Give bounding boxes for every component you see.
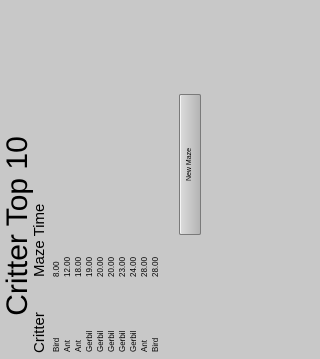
table-row: Gerbil 24.00	[128, 159, 139, 359]
table-row: Bird 28.00	[150, 159, 161, 359]
column-header-maze-time: Maze Time	[31, 203, 48, 277]
time-cell: 28.00	[140, 256, 149, 277]
critter-cell: Gerbil	[107, 330, 116, 352]
time-cell: 20.00	[107, 256, 116, 277]
table-row: Ant 18.00	[73, 159, 84, 359]
time-cell: 23.00	[118, 256, 127, 277]
critter-cell: Gerbil	[85, 330, 94, 352]
column-header-critter: Critter	[31, 312, 48, 353]
table-row: Gerbil 19.00	[84, 159, 95, 359]
time-cell: 8.00	[52, 261, 61, 277]
critter-cell: Ant	[74, 339, 83, 352]
table-row: Ant 28.00	[139, 159, 150, 359]
new-maze-button[interactable]: New Maze	[179, 94, 201, 235]
critter-cell: Gerbil	[96, 330, 105, 352]
critter-cell: Gerbil	[129, 330, 138, 352]
page-title: Critter Top 10	[1, 136, 34, 316]
table-row: Gerbil 20.00	[95, 159, 106, 359]
critter-cell: Bird	[151, 337, 160, 352]
time-cell: 20.00	[96, 256, 105, 277]
critter-cell: Ant	[140, 339, 149, 352]
table-row: Bird 8.00	[51, 159, 62, 359]
leaderboard-screen: Critter Top 10 Critter Maze Time Bird 8.0…	[0, 0, 202, 359]
critter-cell: Gerbil	[118, 330, 127, 352]
table-row: Gerbil 20.00	[106, 159, 117, 359]
time-cell: 18.00	[74, 256, 83, 277]
time-cell: 19.00	[85, 256, 94, 277]
critter-cell: Ant	[63, 339, 72, 352]
table-row: Gerbil 23.00	[117, 159, 128, 359]
critter-cell: Bird	[52, 337, 61, 352]
time-cell: 12.00	[63, 256, 72, 277]
time-cell: 28.00	[151, 256, 160, 277]
time-cell: 24.00	[129, 256, 138, 277]
table-row: Ant 12.00	[62, 159, 73, 359]
